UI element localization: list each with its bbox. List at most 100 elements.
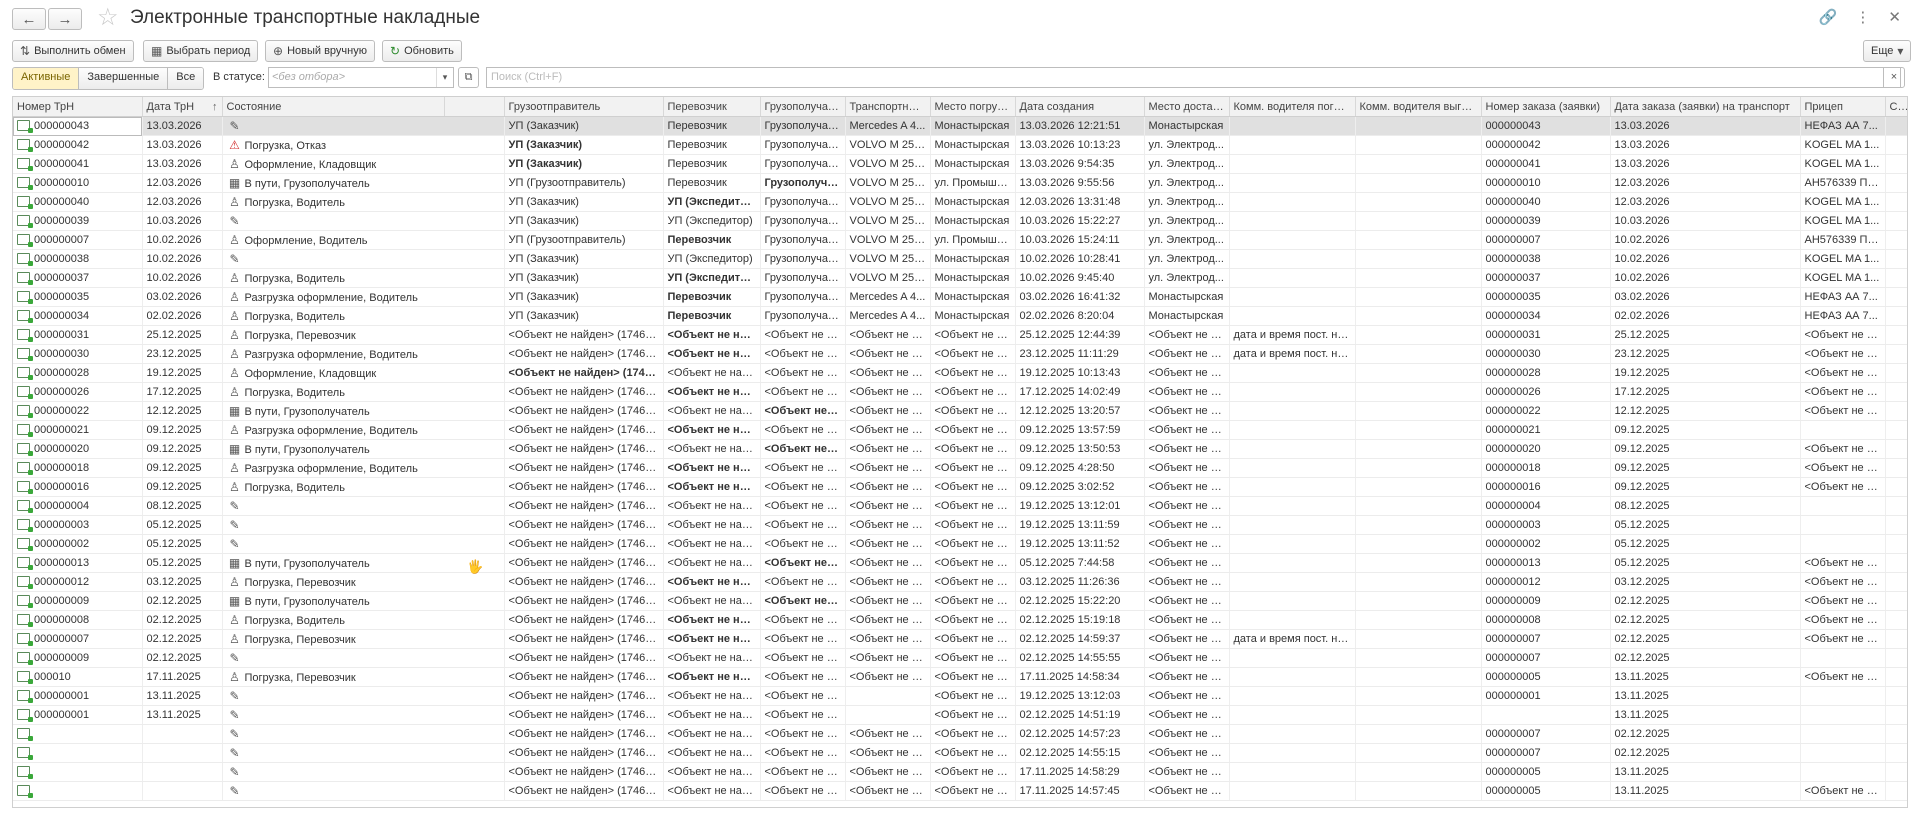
- document-icon: [17, 329, 33, 342]
- column-header[interactable]: Комм. водителя выгрузки: [1355, 97, 1482, 117]
- table-row[interactable]: 000000042 13.03.2026 ⚠ Погрузка, Отказ УП (З…: [13, 135, 1907, 155]
- table-cell: ул. Промышл...: [930, 230, 1016, 250]
- document-icon: [17, 481, 33, 494]
- table-row[interactable]: 000000031 25.12.2025 ♙ Погрузка, Перевозчик…: [13, 325, 1907, 345]
- table-cell: ул. Электрод...: [1144, 249, 1230, 269]
- document-icon: [17, 234, 33, 247]
- table-row[interactable]: 000000007 10.02.2026 ♙ Оформление, Водитель…: [13, 230, 1907, 250]
- table-cell: Монастырская: [930, 249, 1016, 269]
- tab-completed[interactable]: Завершенные: [79, 68, 169, 89]
- table-cell: [1229, 762, 1356, 782]
- clear-search-button[interactable]: ×: [1883, 67, 1905, 88]
- table-row[interactable]: ✎ <Объект не найден> (17461:... <Объект не…: [13, 724, 1907, 744]
- search-input[interactable]: Поиск (Ctrl+F): [486, 67, 1901, 88]
- table-cell: 17.11.2025 14:58:34: [1015, 667, 1145, 687]
- column-header[interactable]: Комм. водителя погрузки: [1229, 97, 1356, 117]
- table-row[interactable]: 000000040 12.03.2026 ♙ Погрузка, Водитель УП…: [13, 192, 1907, 212]
- table-row[interactable]: 000000013 05.12.2025 ▦ В пути, Грузополучат…: [13, 553, 1907, 573]
- table-row[interactable]: 000000039 10.03.2026 ✎ УП (Заказчик) УП (Экс…: [13, 211, 1907, 231]
- table-row[interactable]: 000000004 08.12.2025 ✎ <Объект не найден> (…: [13, 496, 1907, 516]
- table-cell: [1355, 306, 1482, 326]
- column-header[interactable]: Грузополучатель: [760, 97, 846, 117]
- table-row[interactable]: 000000009 02.12.2025 ▦ В пути, Грузополучат…: [13, 591, 1907, 611]
- pencil-icon: ✎: [229, 518, 240, 532]
- pencil-icon: ✎: [229, 727, 240, 741]
- table-row[interactable]: 000000021 09.12.2025 ♙ Разгрузка оформление…: [13, 420, 1907, 440]
- table-row[interactable]: 000000018 09.12.2025 ♙ Разгрузка оформление…: [13, 458, 1907, 478]
- close-icon[interactable]: ✕: [1888, 8, 1901, 26]
- favorite-star-icon[interactable]: ☆: [97, 5, 119, 31]
- more-vertical-icon[interactable]: ⋮: [1855, 8, 1870, 26]
- table-row[interactable]: 000000034 02.02.2026 ♙ Погрузка, Водитель УП…: [13, 306, 1907, 326]
- table-cell: [1355, 363, 1482, 383]
- document-icon: [17, 747, 33, 760]
- table-row[interactable]: 000000010 12.03.2026 ▦ В пути, Грузополучат…: [13, 173, 1907, 193]
- link-icon[interactable]: 🔗: [1819, 8, 1838, 26]
- column-header[interactable]: Дата заказа (заявки) на транспорт: [1610, 97, 1801, 117]
- table-cell: 12.03.2026: [1610, 192, 1801, 212]
- column-header[interactable]: [444, 97, 505, 117]
- status-filter-select[interactable]: <без отбора> ▾: [268, 67, 454, 88]
- table-row[interactable]: ✎ <Объект не найден> (17461:... <Объект не…: [13, 781, 1907, 801]
- table-cell: НЕФАЗ АА 7...: [1800, 287, 1886, 307]
- table-row[interactable]: 000000012 03.12.2025 ♙ Погрузка, Перевозчик…: [13, 572, 1907, 592]
- pencil-icon: ✎: [229, 252, 240, 266]
- column-header[interactable]: Дата ТрН ↑: [142, 97, 223, 117]
- document-icon: [17, 785, 33, 798]
- column-header[interactable]: Место доставки: [1144, 97, 1230, 117]
- table-row[interactable]: 000000041 13.03.2026 ♙ Оформление, Кладовщи…: [13, 154, 1907, 174]
- table-row[interactable]: 000000020 09.12.2025 ▦ В пути, Грузополучат…: [13, 439, 1907, 459]
- table-cell: <Объект не найден>: [663, 553, 761, 573]
- chevron-down-icon[interactable]: ▾: [436, 68, 453, 87]
- table-row[interactable]: 000000037 10.02.2026 ♙ Погрузка, Водитель УП…: [13, 268, 1907, 288]
- exchange-button[interactable]: ⇅ Выполнить обмен: [12, 40, 134, 62]
- table-row[interactable]: ✎ <Объект не найден> (17461:... <Объект не…: [13, 762, 1907, 782]
- column-header[interactable]: Срок: [1885, 97, 1907, 117]
- table-row[interactable]: 000000008 02.12.2025 ♙ Погрузка, Водитель <О…: [13, 610, 1907, 630]
- tab-active[interactable]: Активные: [13, 68, 80, 89]
- table-row[interactable]: 000000007 02.12.2025 ♙ Погрузка, Перевозчик…: [13, 629, 1907, 649]
- table-cell: [1885, 230, 1907, 250]
- table-row[interactable]: 000000002 05.12.2025 ✎ <Объект не найден> (…: [13, 534, 1907, 554]
- table-row[interactable]: 000000030 23.12.2025 ♙ Разгрузка оформление…: [13, 344, 1907, 364]
- table-row[interactable]: 000010 17.11.2025 ♙ Погрузка, Перевозчик <Об…: [13, 667, 1907, 687]
- table-cell: 000000008: [1481, 610, 1611, 630]
- table-row[interactable]: 000000016 09.12.2025 ♙ Погрузка, Водитель <О…: [13, 477, 1907, 497]
- tab-all[interactable]: Все: [168, 68, 204, 89]
- table-row[interactable]: 000000001 13.11.2025 ✎ <Объект не найден> (…: [13, 686, 1907, 706]
- table-row[interactable]: 000000009 02.12.2025 ✎ <Объект не найден> (…: [13, 648, 1907, 668]
- column-header[interactable]: Номер ТрН: [13, 97, 143, 117]
- more-button[interactable]: Еще ▾: [1863, 40, 1912, 62]
- table-cell: 000000041: [13, 154, 143, 174]
- new-manual-button[interactable]: ⊕ Новый вручную: [265, 40, 375, 62]
- column-header[interactable]: Транспортное средство: [845, 97, 931, 117]
- column-header[interactable]: Место погрузки: [930, 97, 1016, 117]
- table-row[interactable]: 000000022 12.12.2025 ▦ В пути, Грузополучат…: [13, 401, 1907, 421]
- table-row[interactable]: 000000028 19.12.2025 ♙ Оформление, Кладовщи…: [13, 363, 1907, 383]
- table-cell: <Объект не найден>: [663, 743, 761, 763]
- back-button[interactable]: ←: [12, 8, 46, 30]
- table-row[interactable]: 000000003 05.12.2025 ✎ <Объект не найден> (…: [13, 515, 1907, 535]
- column-header[interactable]: Состояние: [222, 97, 445, 117]
- column-header[interactable]: Дата создания: [1015, 97, 1145, 117]
- open-status-button[interactable]: ⧉: [458, 67, 479, 88]
- forward-button[interactable]: →: [48, 8, 82, 30]
- table-cell: [1229, 230, 1356, 250]
- column-header[interactable]: Номер заказа (заявки): [1481, 97, 1611, 117]
- table-cell: ♙ Погрузка, Перевозчик: [222, 667, 505, 687]
- table-row[interactable]: 000000043 13.03.2026 ✎ УП (Заказчик) Перевоз…: [13, 116, 1907, 136]
- table-row[interactable]: 000000026 17.12.2025 ♙ Погрузка, Водитель <О…: [13, 382, 1907, 402]
- column-header[interactable]: Перевозчик: [663, 97, 761, 117]
- table-cell: <Объект не найден>: [1144, 572, 1230, 592]
- table-cell: <Объект не найден>: [845, 781, 931, 801]
- table-row[interactable]: ✎ <Объект не найден> (17461:... <Объект не…: [13, 743, 1907, 763]
- column-header[interactable]: Прицеп: [1800, 97, 1886, 117]
- column-header[interactable]: Грузоотправитель: [504, 97, 664, 117]
- table-cell: <Объект не найден>: [1144, 534, 1230, 554]
- select-period-button[interactable]: ▦ Выбрать период: [143, 40, 259, 62]
- table-row[interactable]: 000000038 10.02.2026 ✎ УП (Заказчик) УП (Экс…: [13, 249, 1907, 269]
- table-row[interactable]: 000000035 03.02.2026 ♙ Разгрузка оформление…: [13, 287, 1907, 307]
- table-cell: ✎: [222, 211, 505, 231]
- table-row[interactable]: 000000001 13.11.2025 ✎ <Объект не найден> (…: [13, 705, 1907, 725]
- refresh-button[interactable]: ↻ Обновить: [382, 40, 462, 62]
